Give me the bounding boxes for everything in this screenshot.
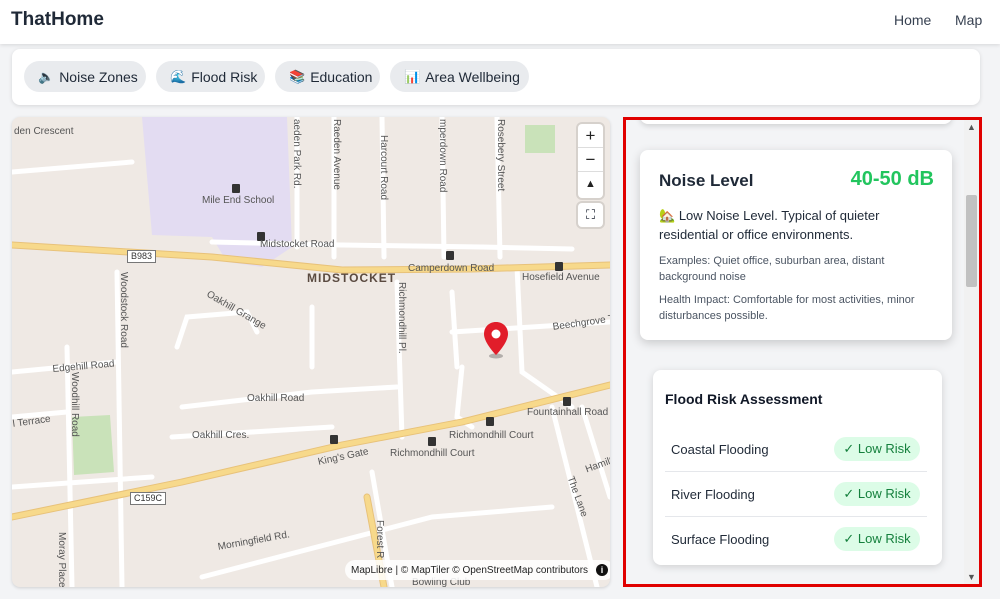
fullscreen-icon: ⛶ xyxy=(585,207,596,222)
bus-stop-icon xyxy=(330,435,338,444)
nav-map-link[interactable]: Map xyxy=(955,12,982,28)
poi-label: Mile End School xyxy=(202,195,275,206)
location-pin-icon[interactable] xyxy=(483,321,509,359)
noise-health-impact: Health Impact: Comfortable for most acti… xyxy=(659,294,915,322)
flood-row-river: River Flooding ✓ Low Risk xyxy=(665,472,927,517)
area-wellbeing-label: Area Wellbeing xyxy=(425,68,520,85)
street-label: Richmondhill Pl. xyxy=(396,282,407,354)
street-label: Fountainhall Road xyxy=(527,407,609,418)
street-label: Moray Place xyxy=(56,532,67,587)
noise-examples: Examples: Quiet office, suburban area, d… xyxy=(659,255,885,283)
noise-level-title: Noise Level xyxy=(659,171,754,190)
bar-chart-icon: 📊 xyxy=(404,68,421,84)
street-label: Camperdown Road xyxy=(408,263,495,274)
street-label: Oakhill Road xyxy=(247,393,305,404)
street-label: Raeden Avenue xyxy=(331,119,342,190)
attribution-text: MapLibre | © MapTiler © OpenStreetMap co… xyxy=(351,564,589,576)
scroll-down-arrow-icon[interactable]: ▼ xyxy=(964,570,979,584)
area-label: MIDSTOCKET xyxy=(307,271,397,285)
bus-stop-icon xyxy=(446,251,454,260)
previous-card xyxy=(640,120,952,124)
risk-badge: ✓ Low Risk xyxy=(834,437,920,461)
street-label: Woodstock Road xyxy=(118,272,129,348)
noise-level-value: 40-50 dB xyxy=(850,168,934,190)
street-label: Harcourt Road xyxy=(378,135,389,201)
map-attribution: MapLibre | © MapTiler © OpenStreetMap co… xyxy=(345,560,610,580)
noise-zones-label: Noise Zones xyxy=(59,68,138,85)
bus-stop-icon xyxy=(428,437,436,446)
school-icon xyxy=(232,184,240,193)
street-label: aeden Park Rd. xyxy=(291,119,302,189)
scrollbar-thumb[interactable] xyxy=(966,195,977,287)
map-basemap xyxy=(12,117,610,587)
panel-scrollbar[interactable]: ▲ ▼ xyxy=(964,120,979,584)
minor-roads xyxy=(12,117,610,587)
street-label: Richmondhill Court xyxy=(449,430,534,441)
area-info-panel[interactable]: Noise Level 40-50 dB 🏡 Low Noise Level. … xyxy=(623,117,982,587)
nav-home-link[interactable]: Home xyxy=(894,12,931,28)
flood-type-label: River Flooding xyxy=(671,487,755,502)
noise-level-card: Noise Level 40-50 dB 🏡 Low Noise Level. … xyxy=(640,150,952,340)
top-navbar: ThatHome Home Map xyxy=(0,0,1000,44)
zoom-out-button[interactable]: − xyxy=(578,148,603,172)
bus-stop-icon xyxy=(563,397,571,406)
education-button[interactable]: 📚 Education xyxy=(275,61,380,92)
flood-type-label: Coastal Flooding xyxy=(671,442,769,457)
compass-button[interactable]: ▲ xyxy=(578,172,603,196)
brand-logo[interactable]: ThatHome xyxy=(11,9,104,31)
zoom-controls: + − ▲ xyxy=(578,124,603,198)
flood-row-surface: Surface Flooding ✓ Low Risk xyxy=(665,517,927,562)
flood-risk-title: Flood Risk Assessment xyxy=(665,391,823,407)
bus-stop-icon xyxy=(486,417,494,426)
area-wellbeing-button[interactable]: 📊 Area Wellbeing xyxy=(390,61,529,92)
flood-risk-button[interactable]: 🌊 Flood Risk xyxy=(156,61,265,92)
flood-risk-card: Flood Risk Assessment Coastal Flooding ✓… xyxy=(653,370,942,565)
education-label: Education xyxy=(310,68,373,85)
street-label: Forest R xyxy=(374,520,385,559)
noise-zones-button[interactable]: 🔈 Noise Zones xyxy=(24,61,146,92)
bus-stop-icon xyxy=(555,262,563,271)
house-icon: 🏡 xyxy=(659,208,676,223)
flood-type-label: Surface Flooding xyxy=(671,532,770,547)
wave-icon: 🌊 xyxy=(170,68,187,84)
risk-badge: ✓ Low Risk xyxy=(834,482,920,506)
map-canvas[interactable]: den Crescent aeden Park Rd. Raeden Avenu… xyxy=(12,117,610,587)
zoom-in-button[interactable]: + xyxy=(578,124,603,148)
road-shield: B983 xyxy=(127,250,157,263)
street-label: Midstocket Road xyxy=(260,239,335,250)
street-label: Richmondhill Court xyxy=(390,448,475,459)
scroll-up-arrow-icon[interactable]: ▲ xyxy=(964,120,979,134)
info-icon[interactable]: i xyxy=(596,564,609,576)
street-label: den Crescent xyxy=(14,126,74,137)
street-label: Oakhill Cres. xyxy=(192,430,250,441)
flood-risk-label: Flood Risk xyxy=(191,68,258,85)
road-shield: C159C xyxy=(130,492,167,505)
risk-badge: ✓ Low Risk xyxy=(834,527,920,551)
street-label: Hosefield Avenue xyxy=(522,272,600,283)
noise-level-description: 🏡 Low Noise Level. Typical of quieter re… xyxy=(659,206,939,244)
speaker-icon: 🔈 xyxy=(38,68,55,84)
park-area xyxy=(525,125,555,153)
flood-row-coastal: Coastal Flooding ✓ Low Risk xyxy=(665,427,927,472)
books-icon: 📚 xyxy=(289,68,306,84)
street-label: Rosebery Street xyxy=(495,119,506,192)
noise-description-text: Low Noise Level. Typical of quieter resi… xyxy=(659,208,880,242)
fullscreen-button[interactable]: ⛶ xyxy=(578,203,603,227)
street-label: Woodhill Road xyxy=(69,372,80,437)
layer-filter-bar: 🔈 Noise Zones 🌊 Flood Risk 📚 Education 📊… xyxy=(12,49,980,105)
street-label: mperdown Road xyxy=(437,119,448,193)
